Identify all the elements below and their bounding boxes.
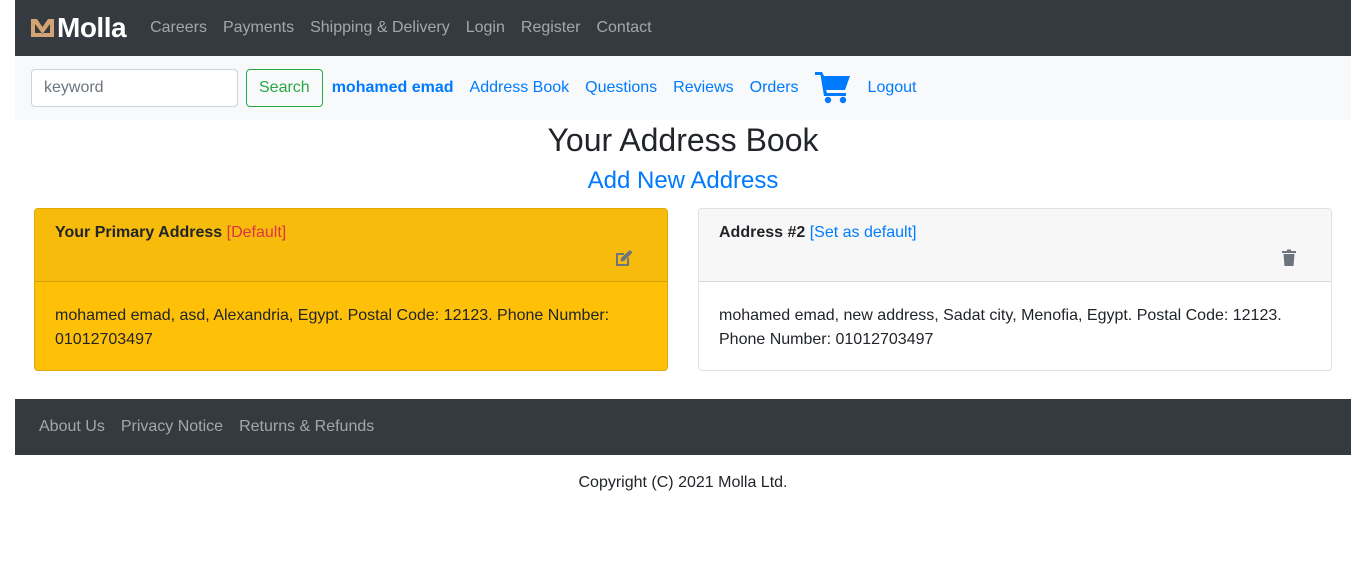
nav-register[interactable]: Register — [521, 19, 581, 37]
nav-questions[interactable]: Questions — [585, 79, 657, 97]
edit-icon[interactable] — [615, 249, 633, 267]
nav-address-book[interactable]: Address Book — [470, 79, 570, 97]
username-link[interactable]: mohamed emad — [332, 79, 454, 97]
card-title: Address #2 — [719, 224, 806, 241]
footer-privacy-notice[interactable]: Privacy Notice — [121, 418, 223, 436]
footer-returns-refunds[interactable]: Returns & Refunds — [239, 418, 374, 436]
nav-reviews[interactable]: Reviews — [673, 79, 733, 97]
nav-login[interactable]: Login — [466, 19, 505, 37]
molla-logo-icon — [31, 19, 54, 37]
trash-icon[interactable] — [1281, 249, 1297, 267]
nav-contact[interactable]: Contact — [596, 19, 651, 37]
brand-name: Molla — [57, 12, 127, 43]
search-button[interactable]: Search — [246, 69, 323, 107]
primary-address-card: Your Primary Address [Default] mohamed e… — [34, 208, 668, 371]
nav-careers[interactable]: Careers — [150, 19, 207, 37]
address-text: mohamed emad, asd, Alexandria, Egypt. Po… — [55, 307, 610, 348]
top-navbar: Molla Careers Payments Shipping & Delive… — [15, 0, 1351, 56]
add-new-address-link[interactable]: Add New Address — [0, 167, 1366, 195]
nav-payments[interactable]: Payments — [223, 19, 294, 37]
card-header: Your Primary Address [Default] — [35, 209, 667, 282]
search-input[interactable] — [31, 69, 238, 107]
footer-about-us[interactable]: About Us — [39, 418, 105, 436]
user-navbar: Search mohamed emad Address Book Questio… — [15, 56, 1351, 120]
nav-shipping-delivery[interactable]: Shipping & Delivery — [310, 19, 450, 37]
nav-orders[interactable]: Orders — [750, 79, 799, 97]
page-title: Your Address Book — [547, 122, 819, 158]
card-header: Address #2 [Set as default] — [699, 209, 1331, 282]
copyright-text: Copyright (C) 2021 Molla Ltd. — [578, 474, 788, 491]
secondary-address-card: Address #2 [Set as default] mohamed emad… — [698, 208, 1332, 371]
set-as-default-link[interactable]: [Set as default] — [810, 224, 917, 241]
footer-navbar: About Us Privacy Notice Returns & Refund… — [15, 399, 1351, 455]
card-title: Your Primary Address — [55, 224, 223, 241]
address-text: mohamed emad, new address, Sadat city, M… — [719, 307, 1282, 348]
shopping-cart-icon[interactable] — [814, 70, 852, 104]
logout-link[interactable]: Logout — [868, 79, 917, 97]
default-badge: [Default] — [226, 224, 287, 241]
brand-logo[interactable]: Molla — [31, 12, 127, 44]
